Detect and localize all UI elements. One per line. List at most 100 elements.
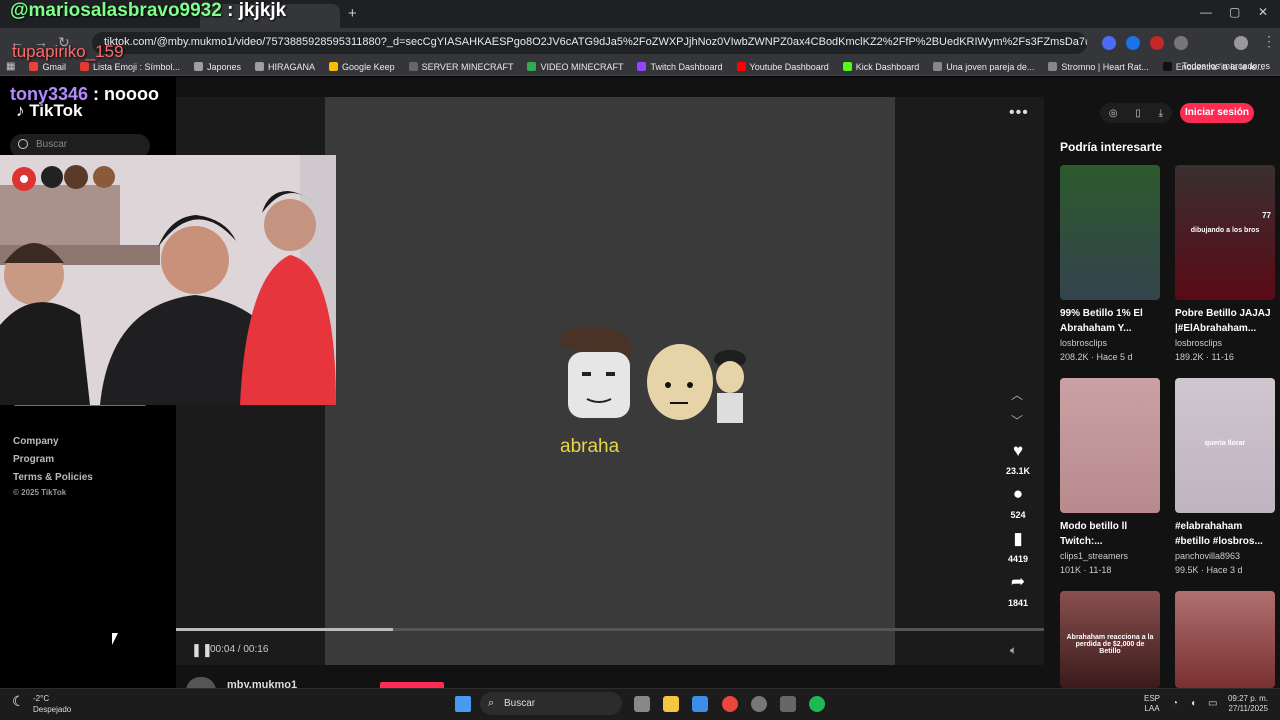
suggestion-title[interactable]: #elabrahaham #betillo #losbros... xyxy=(1175,519,1280,549)
bookmark-item[interactable]: Twitch Dashboard xyxy=(637,62,723,72)
more-options-icon[interactable]: ••• xyxy=(1009,104,1029,122)
bookmark-item[interactable]: HIRAGANA xyxy=(255,62,315,72)
extensions-puzzle-icon[interactable] xyxy=(1174,36,1188,50)
extension-icon[interactable] xyxy=(1126,36,1140,50)
copyright: © 2025 TikTok xyxy=(13,488,67,497)
suggestion-thumbnail[interactable]: quería llorar xyxy=(1175,378,1275,513)
bookmark-item[interactable]: Una joven pareja de... xyxy=(933,62,1034,72)
volume-icon[interactable]: 🔈︎ xyxy=(1010,643,1017,658)
bookmark-icon xyxy=(329,62,339,71)
bookmark-item[interactable]: Google Keep xyxy=(329,62,395,72)
suggestion-author[interactable]: clips1_streamers xyxy=(1060,551,1128,561)
weather-icon[interactable]: ☾ xyxy=(12,693,25,710)
wifi-icon[interactable]: ◔ xyxy=(1172,698,1178,709)
bookmark-icon xyxy=(194,62,203,71)
suggestion-stats: 189.2K · 11-16 xyxy=(1175,352,1234,362)
profile-avatar[interactable] xyxy=(1234,36,1248,50)
bookmarks-bar: ▦ Gmail Lista Emoji : Símbol... Japones HIR… xyxy=(0,58,1280,76)
footer-link-terms[interactable]: Terms & Policies xyxy=(13,472,93,483)
suggestion-title[interactable]: Modo betillo ll Twitch:... xyxy=(1060,519,1165,549)
footer-link-company[interactable]: Company xyxy=(13,436,59,447)
thumbnail-badge: 77 xyxy=(1262,211,1271,220)
bookmark-icon xyxy=(255,62,265,71)
bookmark-label: Una joven pareja de... xyxy=(946,61,1035,72)
download-icon[interactable]: ⤓ xyxy=(1159,108,1163,119)
all-bookmarks-link[interactable]: Todos los marcadores xyxy=(1182,61,1270,71)
maximize-button[interactable]: ▢ xyxy=(1229,5,1240,19)
file-explorer-icon[interactable] xyxy=(663,696,679,712)
temperature: -2°C xyxy=(33,694,50,703)
compass-icon[interactable]: ◎ xyxy=(1109,108,1118,119)
language-indicator[interactable]: ESP LAA xyxy=(1144,694,1160,714)
suggestion-stats: 99.5K · Hace 3 d xyxy=(1175,565,1243,575)
chat-user: @mariosalasbravo9932 xyxy=(10,0,222,21)
share-count: 1841 xyxy=(1007,598,1029,608)
chat-message-2: tupapiriko_159 xyxy=(12,42,124,62)
new-tab-button[interactable]: + xyxy=(348,5,357,22)
bookmark-item[interactable]: Japones xyxy=(194,62,241,72)
bookmark-icon xyxy=(527,62,537,71)
close-window-button[interactable]: ✕ xyxy=(1258,5,1268,19)
video-frame[interactable] xyxy=(325,97,895,665)
bookmark-item[interactable]: SERVER MINECRAFT xyxy=(408,61,514,72)
bookmark-item[interactable]: VIDEO MINECRAFT xyxy=(527,62,623,72)
suggestion-author[interactable]: panchovilla8963 xyxy=(1175,551,1240,561)
clock[interactable]: 09:27 p. m. 27/11/2025 xyxy=(1226,694,1268,714)
bookmark-item[interactable]: Kick Dashboard xyxy=(842,61,920,72)
phone-icon[interactable]: ▯ xyxy=(1135,108,1141,119)
heart-icon[interactable]: ♥ xyxy=(1008,441,1028,461)
login-button[interactable]: Iniciar sesión xyxy=(1180,103,1254,123)
suggestion-title[interactable]: 99% Betillo 1% El Abrahaham Y... xyxy=(1060,306,1165,336)
bookmark-icon xyxy=(1162,62,1172,71)
extension-icon[interactable] xyxy=(1102,36,1116,50)
suggestion-thumbnail[interactable]: dibujando a los bros 77 xyxy=(1175,165,1275,300)
app-icon[interactable] xyxy=(751,696,767,712)
suggestion-author[interactable]: losbrosclips xyxy=(1175,338,1222,348)
video-caption: abraha xyxy=(560,436,620,457)
start-icon[interactable] xyxy=(455,696,471,712)
progress-fill xyxy=(176,628,393,631)
bookmark-item[interactable]: Gmail xyxy=(29,62,66,72)
comment-icon[interactable]: ● xyxy=(1008,484,1028,504)
suggestion-author[interactable]: losbrosclips xyxy=(1060,338,1107,348)
obs-icon[interactable] xyxy=(780,696,796,712)
store-icon[interactable] xyxy=(692,696,708,712)
bookmark-label: Lista Emoji : Símbol... xyxy=(92,61,180,72)
url-field[interactable]: tiktok.com/@mby.mukmo1/video/75738859285… xyxy=(92,32,1087,54)
spotify-icon[interactable] xyxy=(809,696,825,712)
apps-grid-icon[interactable]: ▦ xyxy=(6,61,15,72)
suggestion-thumbnail[interactable] xyxy=(1060,378,1160,513)
suggestion-title[interactable]: Pobre Betillo JAJAJ |#ElAbrahaham... xyxy=(1175,306,1280,336)
chat-user: tony3346 xyxy=(10,84,89,104)
extension-icon[interactable] xyxy=(1150,36,1164,50)
bookmark-icon xyxy=(736,62,746,71)
bookmark-label: SERVER MINECRAFT xyxy=(421,61,514,72)
volume-tray-icon[interactable]: ◖ xyxy=(1190,698,1196,709)
suggestion-thumbnail[interactable] xyxy=(1175,591,1275,688)
battery-icon[interactable]: ▭ xyxy=(1208,698,1217,709)
suggestion-thumbnail[interactable] xyxy=(1060,165,1160,300)
mouse-cursor xyxy=(112,633,118,645)
minimize-button[interactable]: — xyxy=(1200,5,1212,19)
chevron-up-icon[interactable]: ︿ xyxy=(1011,386,1023,403)
menu-dots-icon[interactable]: ⋮ xyxy=(1262,33,1276,50)
like-count: 23.1K xyxy=(1005,466,1031,476)
footer-link-program[interactable]: Program xyxy=(13,454,54,465)
bookmark-icon xyxy=(1048,62,1058,71)
suggestion-thumbnail[interactable]: Abrahaham reacciona a la perdida de $2,0… xyxy=(1060,591,1160,688)
bookmark-item[interactable]: Lista Emoji : Símbol... xyxy=(79,61,180,72)
weather-widget[interactable]: -2°C Despejado xyxy=(33,693,71,715)
taskbar-search[interactable]: Buscar xyxy=(480,692,622,715)
bookmark-item[interactable]: Stromno | Heart Rat... xyxy=(1048,62,1149,72)
share-icon[interactable]: ➦ xyxy=(1008,572,1028,592)
bookmark-label: Japones xyxy=(207,61,242,72)
bookmark-label: Kick Dashboard xyxy=(855,61,920,72)
video-content xyxy=(560,326,746,423)
webcam-feed xyxy=(0,155,336,405)
bookmark-item[interactable]: Youtube Dashboard xyxy=(736,62,829,72)
chrome-icon[interactable] xyxy=(722,696,738,712)
chevron-down-icon[interactable]: ﹀ xyxy=(1011,412,1023,429)
bookmark-icon[interactable]: ▮ xyxy=(1008,529,1028,549)
save-count: 4419 xyxy=(1007,554,1029,564)
task-view-icon[interactable] xyxy=(634,696,650,712)
